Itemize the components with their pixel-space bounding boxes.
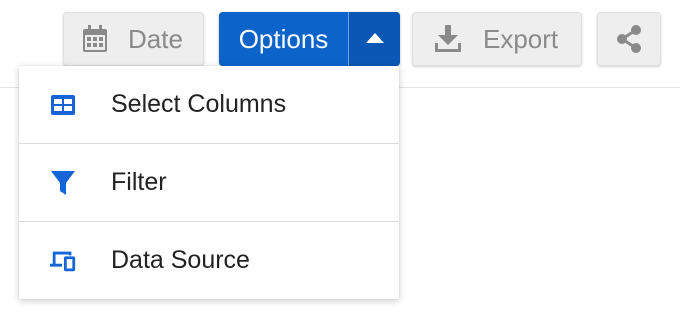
caret-up-icon <box>365 30 384 48</box>
devices-icon <box>49 247 77 275</box>
menu-item-label: Filter <box>111 168 167 196</box>
menu-item-select-columns[interactable]: Select Columns <box>19 66 399 143</box>
share-icon <box>616 25 642 53</box>
options-dropdown-menu: Select Columns Filter Data Source <box>19 66 399 299</box>
export-button-label: Export <box>483 24 559 54</box>
export-button[interactable]: Export <box>412 12 582 66</box>
options-split-button: Options <box>219 12 400 66</box>
menu-item-label: Select Columns <box>111 90 287 118</box>
date-button[interactable]: Date <box>63 12 204 66</box>
menu-item-filter[interactable]: Filter <box>19 144 399 221</box>
share-button[interactable] <box>597 12 661 66</box>
options-button-label: Options <box>238 24 329 54</box>
page: Date Options Export Select Columns Filte… <box>0 0 680 330</box>
options-button[interactable]: Options <box>219 12 348 66</box>
menu-item-label: Data Source <box>111 246 250 274</box>
menu-item-data-source[interactable]: Data Source <box>19 222 399 299</box>
filter-icon <box>49 169 77 197</box>
options-dropdown-toggle[interactable] <box>349 12 400 66</box>
date-button-label: Date <box>128 24 183 54</box>
download-icon <box>434 25 462 53</box>
table-icon <box>49 91 77 119</box>
calendar-icon <box>82 25 108 53</box>
